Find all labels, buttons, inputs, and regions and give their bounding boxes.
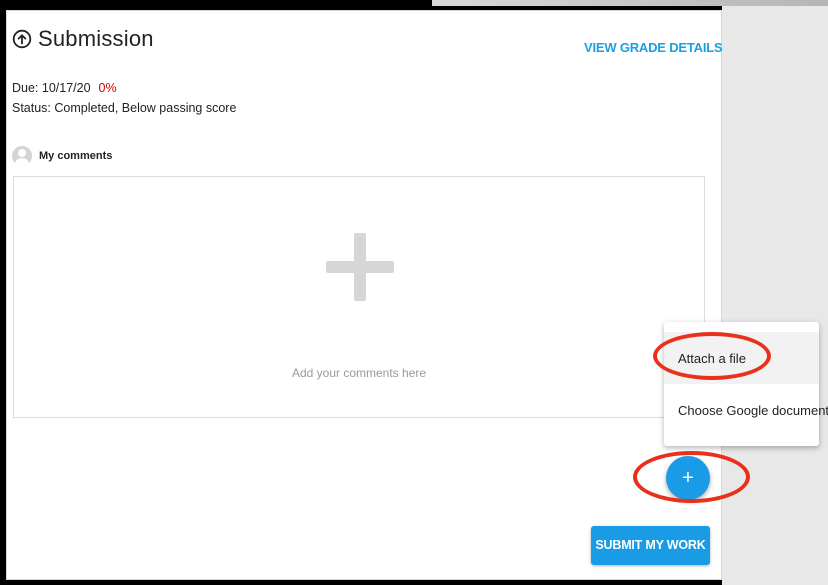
top-edge [432, 0, 828, 6]
score-percent: 0% [98, 81, 117, 95]
page-background [722, 0, 828, 585]
due-date: Due: 10/17/20 [12, 81, 91, 95]
section-header: Submission [12, 26, 154, 52]
comments-input-area[interactable]: Add your comments here [13, 176, 705, 418]
page-title: Submission [38, 26, 154, 51]
comments-header: My comments [12, 146, 112, 166]
screenshot-frame: Submission VIEW GRADE DETAILS Due: 10/17… [0, 0, 828, 585]
my-comments-label: My comments [39, 150, 113, 162]
add-attachment-button[interactable]: + [666, 456, 710, 500]
menu-item-label: Choose Google document [678, 403, 828, 418]
view-grade-details-link[interactable]: VIEW GRADE DETAILS [584, 40, 723, 55]
status-text: Status: Completed, Below passing score [12, 101, 237, 115]
attach-menu: Attach a file Choose Google document [664, 322, 828, 446]
due-date-line: Due: 10/17/20 0% [12, 81, 117, 95]
menu-item-attach-file[interactable]: Attach a file [664, 332, 819, 384]
menu-item-choose-google-document[interactable]: Choose Google document [664, 384, 828, 436]
user-avatar-icon [12, 146, 32, 166]
menu-item-label: Attach a file [678, 351, 746, 366]
upload-cloud-icon [12, 29, 32, 49]
submit-my-work-button[interactable]: SUBMIT MY WORK [591, 526, 710, 565]
comments-placeholder: Add your comments here [291, 366, 427, 380]
plus-icon [326, 233, 394, 301]
